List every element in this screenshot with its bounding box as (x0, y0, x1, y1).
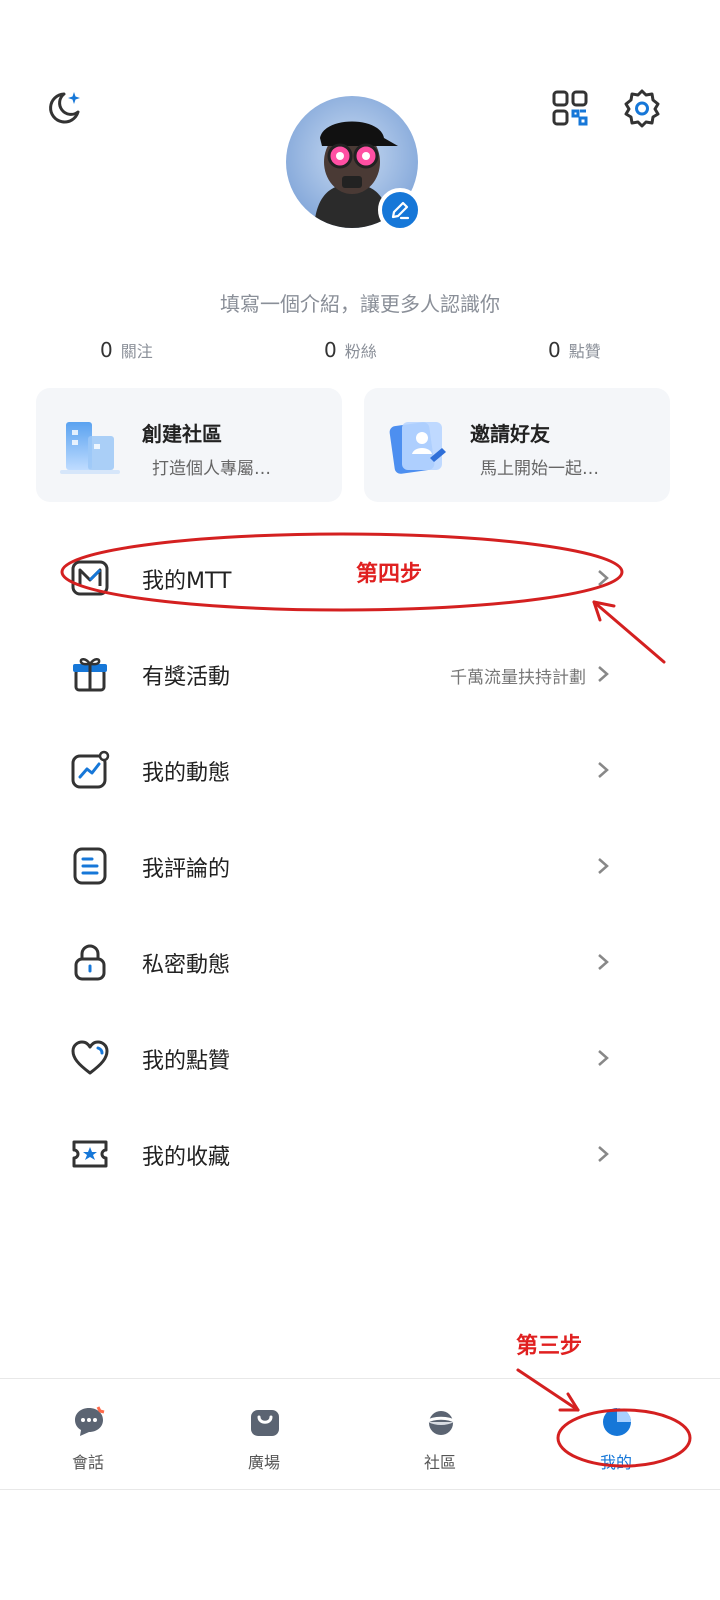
menu-item-my-comments[interactable]: 我評論的 (0, 818, 720, 914)
annotation-step4: 第四步 (356, 562, 423, 587)
menu-item-label: 我的收藏 (142, 1145, 231, 1170)
menu-item-label: 我的動態 (142, 761, 231, 786)
tab-chats[interactable]: 會話 (28, 1379, 148, 1491)
menu-item-hint: 千萬流量扶持計劃 (450, 668, 586, 688)
moon-sparkle-icon (49, 92, 80, 124)
stat-label: 點贊 (568, 342, 601, 361)
building-icon (60, 422, 120, 474)
chevron-right-icon (598, 954, 609, 970)
tab-label: 會話 (71, 1453, 104, 1472)
tab-mine[interactable]: 我的 (556, 1379, 676, 1491)
document-lines-icon (73, 847, 107, 885)
chat-bubble-icon (75, 1406, 105, 1436)
tab-label: 我的 (599, 1453, 632, 1472)
chevron-right-icon (598, 858, 609, 874)
shopping-bag-icon (251, 1410, 279, 1436)
tab-community[interactable]: 社區 (380, 1379, 500, 1491)
bio-placeholder[interactable]: 填寫一個介紹，讓更多人認識你 (0, 288, 720, 317)
create-community-card[interactable]: 創建社區 打造個人專屬… (36, 388, 342, 502)
tab-label: 社區 (423, 1453, 456, 1472)
gift-icon (73, 658, 107, 692)
trend-chart-icon (71, 750, 110, 789)
menu-item-rewards[interactable]: 有獎活動 千萬流量扶持計劃 (0, 626, 720, 722)
stat-likes[interactable]: 0 點贊 (548, 338, 601, 362)
annotation-step3: 第三步 (516, 1334, 583, 1359)
stat-following[interactable]: 0 關注 (100, 338, 153, 362)
mtt-logo-icon (71, 560, 109, 596)
menu-item-private-posts[interactable]: 私密動態 (0, 914, 720, 1010)
heart-icon (71, 1040, 109, 1075)
menu-item-label: 我評論的 (142, 857, 231, 882)
menu-item-label: 私密動態 (142, 953, 231, 978)
stat-value: 0 (100, 338, 113, 362)
lock-icon (74, 944, 106, 981)
chevron-right-icon (598, 1146, 609, 1162)
avatar-container[interactable] (286, 96, 422, 232)
card-title: 創建社區 (142, 422, 222, 446)
profile-circle-icon (603, 1408, 631, 1436)
menu-item-label: 有獎活動 (142, 665, 231, 690)
qr-code-icon (552, 90, 588, 126)
tab-plaza[interactable]: 廣場 (204, 1379, 324, 1491)
menu-item-my-posts[interactable]: 我的動態 (0, 722, 720, 818)
stat-value: 0 (324, 338, 337, 362)
contact-card-icon (389, 422, 446, 474)
chevron-right-icon (598, 1050, 609, 1066)
menu-item-my-favorites[interactable]: 我的收藏 (0, 1106, 720, 1202)
tab-label: 廣場 (247, 1453, 280, 1472)
stat-value: 0 (548, 338, 561, 362)
card-subtitle: 馬上開始一起… (480, 459, 599, 479)
ticket-star-icon (72, 1140, 108, 1168)
chevron-right-icon (598, 570, 609, 586)
chevron-right-icon (598, 666, 609, 682)
pencil-icon (391, 201, 410, 220)
menu-item-label: 我的點贊 (142, 1049, 231, 1074)
gear-icon (624, 89, 660, 128)
settings-button[interactable] (620, 86, 664, 130)
qr-code-button[interactable] (548, 86, 592, 130)
invite-friends-card[interactable]: 邀請好友 馬上開始一起… (364, 388, 670, 502)
bottom-nav: 會話 廣場 社區 我的 (0, 1378, 720, 1490)
menu-item-label: 我的MTT (142, 569, 232, 594)
stat-label: 關注 (120, 342, 153, 361)
stat-label: 粉絲 (344, 342, 377, 361)
stat-fans[interactable]: 0 粉絲 (324, 338, 377, 362)
card-title: 邀請好友 (470, 422, 550, 446)
chevron-right-icon (598, 762, 609, 778)
card-subtitle: 打造個人專屬… (152, 459, 271, 479)
planet-icon (425, 1411, 457, 1435)
menu-item-my-likes[interactable]: 我的點贊 (0, 1010, 720, 1106)
night-mode-button[interactable] (42, 86, 86, 130)
edit-avatar-button[interactable] (378, 188, 422, 232)
